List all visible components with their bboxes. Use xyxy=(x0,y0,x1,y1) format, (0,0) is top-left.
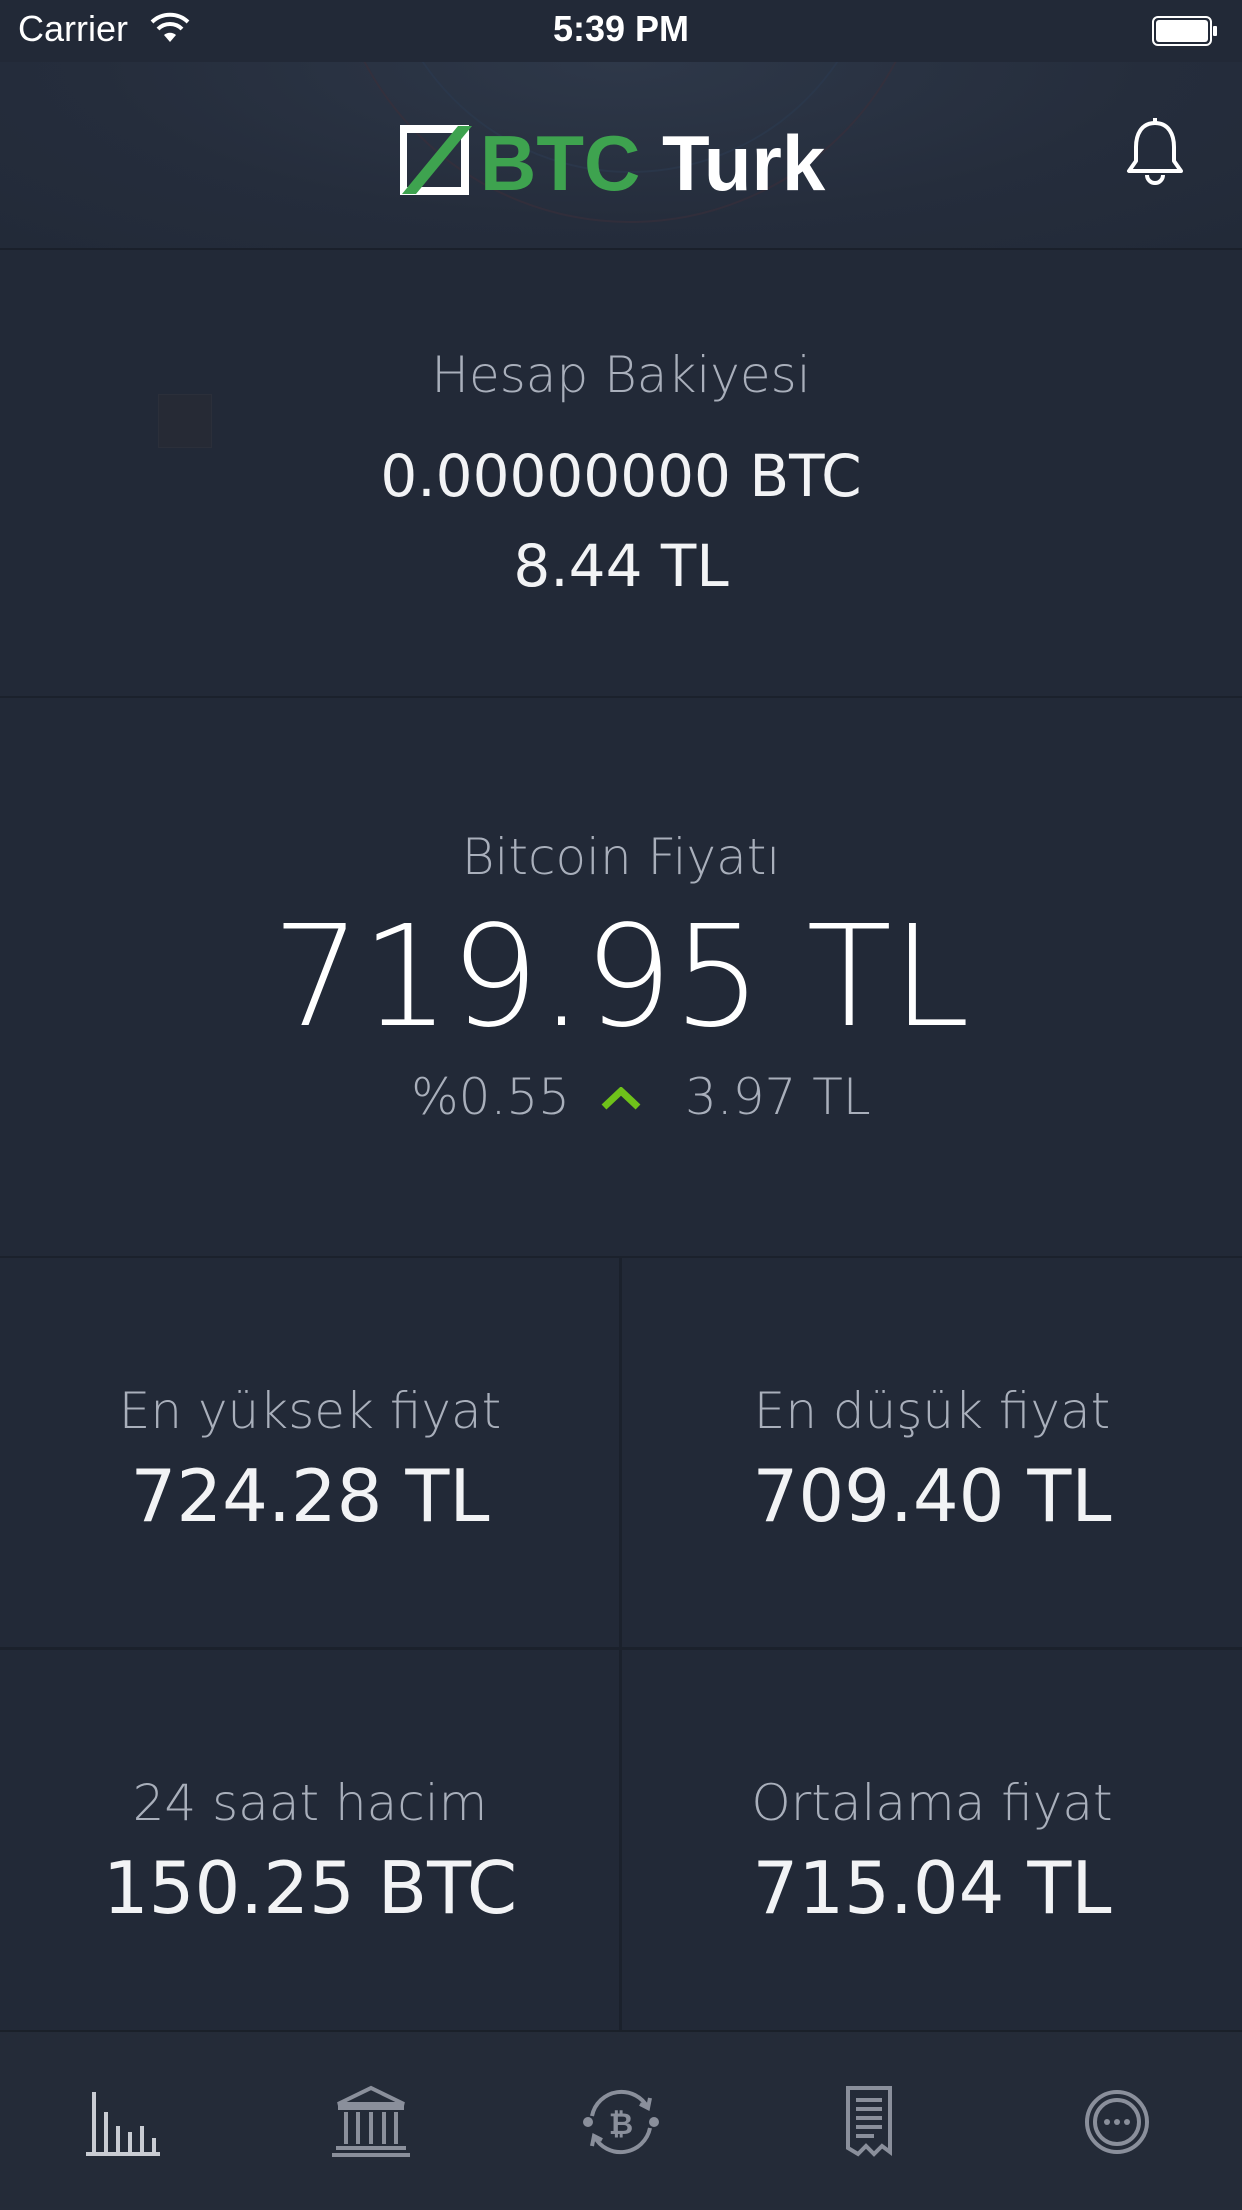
svg-text:Turk: Turk xyxy=(662,124,826,200)
stat-high-price: En yüksek fiyat 724.28 TL xyxy=(0,1258,620,1648)
bitcoin-exchange-icon[interactable]: ₿ xyxy=(576,2082,666,2162)
stat-label: 24 saat hacim xyxy=(132,1774,488,1832)
stat-24h-volume: 24 saat hacim 150.25 BTC xyxy=(0,1650,620,2040)
price-change-amount: 3.97 TL xyxy=(685,1068,871,1126)
tab-bar: ₿ xyxy=(0,2030,1242,2210)
bitcoin-price-panel: Bitcoin Fiyatı 719.95 TL %0.55 3.97 TL xyxy=(0,698,1242,1258)
price-value: 719.95 TL xyxy=(272,896,970,1059)
stat-low-price: En düşük fiyat 709.40 TL xyxy=(622,1258,1242,1648)
price-label: Bitcoin Fiyatı xyxy=(461,828,781,886)
battery-icon xyxy=(1152,16,1217,46)
stat-label: Ortalama fiyat xyxy=(751,1774,1113,1832)
grid-divider-vertical xyxy=(619,1258,622,2030)
stat-value: 715.04 TL xyxy=(752,1846,1112,1930)
status-bar: Carrier 5:39 PM xyxy=(0,0,1242,62)
trend-up-icon xyxy=(601,1087,641,1110)
svg-text:BTC: BTC xyxy=(480,124,640,200)
svg-text:₿: ₿ xyxy=(609,2107,633,2142)
chart-bars-icon[interactable] xyxy=(80,2082,170,2162)
grid-divider-horizontal xyxy=(0,1647,1242,1650)
balance-btc: 0.00000000 BTC xyxy=(380,442,862,510)
app-header: BTC Turk xyxy=(0,62,1242,250)
balance-label: Hesap Bakiyesi xyxy=(431,346,811,404)
stat-value: 724.28 TL xyxy=(130,1454,490,1538)
notification-bell-icon[interactable] xyxy=(1124,117,1186,187)
stat-average-price: Ortalama fiyat 715.04 TL xyxy=(622,1650,1242,2040)
price-change-percent: %0.55 xyxy=(411,1068,570,1126)
account-balance-panel: Hesap Bakiyesi 0.00000000 BTC 8.44 TL xyxy=(0,250,1242,698)
more-icon[interactable] xyxy=(1072,2082,1162,2162)
stat-value: 150.25 BTC xyxy=(102,1846,518,1930)
clock: 5:39 PM xyxy=(552,8,690,49)
receipt-icon[interactable] xyxy=(824,2082,914,2162)
stat-label: En yüksek fiyat xyxy=(118,1382,502,1440)
stat-value: 709.40 TL xyxy=(752,1454,1112,1538)
stat-label: En düşük fiyat xyxy=(753,1382,1111,1440)
balance-tl: 8.44 TL xyxy=(513,532,729,600)
bank-icon[interactable] xyxy=(326,2082,416,2162)
btcturk-logo: BTC Turk xyxy=(400,124,826,200)
